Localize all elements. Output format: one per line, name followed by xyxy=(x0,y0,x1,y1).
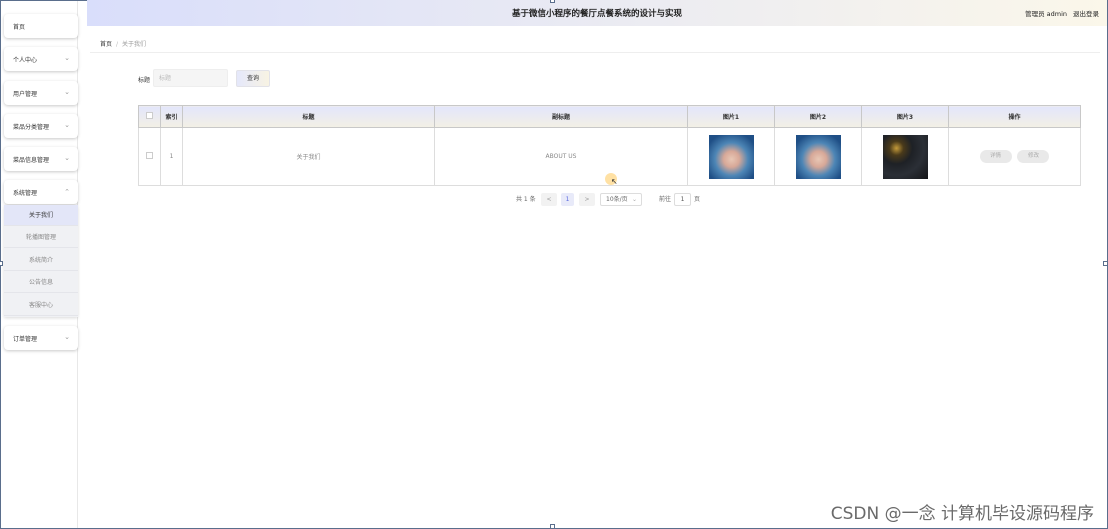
edit-button[interactable]: 修改 xyxy=(1017,150,1050,163)
search-button[interactable]: 查询 xyxy=(236,70,270,87)
sidebar-item-system[interactable]: 系统管理 ⌃ xyxy=(4,180,78,204)
current-page-button[interactable]: 1 xyxy=(561,193,574,206)
actions-cell: 详情 修改 xyxy=(948,127,1081,186)
resize-handle-bottom[interactable] xyxy=(550,524,555,529)
sidebar: 首页 个人中心 ⌄ 用户管理 ⌄ 菜品分类管理 ⌄ 菜品信息管理 ⌄ 系统管理 … xyxy=(1,1,78,528)
breadcrumb-separator: / xyxy=(116,41,119,48)
top-header: 基于微信小程序的餐厅点餐系统的设计与实现 管理员 admin 退出登录 xyxy=(87,0,1107,26)
goto-suffix: 页 xyxy=(694,196,701,203)
sidebar-item-dish-category[interactable]: 菜品分类管理 ⌄ xyxy=(4,114,78,138)
sidebar-item-label: 菜品分类管理 xyxy=(13,123,50,131)
sidebar-item-label: 首页 xyxy=(13,23,26,31)
submenu-item-announcements[interactable]: 公告信息 xyxy=(4,272,78,293)
user-label: 管理员 admin xyxy=(1025,10,1067,18)
image-3-thumbnail[interactable] xyxy=(882,134,928,179)
row-checkbox[interactable] xyxy=(146,152,153,159)
divider xyxy=(90,52,1100,53)
chevron-down-icon: ⌄ xyxy=(64,333,70,341)
row-select-cell xyxy=(138,127,161,186)
sidebar-item-personal-center[interactable]: 个人中心 ⌄ xyxy=(4,47,78,71)
row-title: 关于我们 xyxy=(182,127,435,186)
search-input[interactable] xyxy=(153,69,228,87)
image-cell xyxy=(687,127,775,186)
breadcrumb-home[interactable]: 首页 xyxy=(100,41,112,48)
table-header-row: 索引 标题 副标题 图片1 图片2 图片3 操作 xyxy=(138,105,1081,128)
prev-page-button[interactable]: < xyxy=(541,193,557,206)
sidebar-item-orders[interactable]: 订单管理 ⌄ xyxy=(4,326,78,350)
system-submenu: 关于我们 轮播图管理 系统简介 公告信息 客服中心 xyxy=(4,205,78,317)
submenu-item-customer-service[interactable]: 客服中心 xyxy=(4,295,78,316)
chevron-down-icon: ⌄ xyxy=(64,121,70,129)
chevron-down-icon: ⌄ xyxy=(64,88,70,96)
column-header: 标题 xyxy=(182,105,435,128)
sidebar-item-dish-info[interactable]: 菜品信息管理 ⌄ xyxy=(4,147,78,171)
sidebar-item-label: 个人中心 xyxy=(13,56,38,64)
image-cell xyxy=(774,127,862,186)
resize-handle-left[interactable] xyxy=(0,261,3,266)
row-index: 1 xyxy=(160,127,183,186)
goto-page-input[interactable]: 1 xyxy=(674,193,691,206)
select-all-checkbox[interactable] xyxy=(146,112,153,119)
page-size-select[interactable]: 10条/页 ⌄ xyxy=(600,193,642,206)
sidebar-item-label: 用户管理 xyxy=(13,90,38,98)
search-label: 标题 xyxy=(138,77,151,84)
submenu-item-system-intro[interactable]: 系统简介 xyxy=(4,250,78,271)
column-header: 副标题 xyxy=(434,105,688,128)
resize-handle-top[interactable] xyxy=(550,0,555,3)
chevron-up-icon: ⌃ xyxy=(64,188,70,196)
sidebar-item-label: 订单管理 xyxy=(13,335,38,343)
column-header: 图片2 xyxy=(774,105,862,128)
chevron-down-icon: ⌄ xyxy=(64,154,70,162)
mouse-cursor-icon: ↖ xyxy=(611,177,618,186)
row-subtitle: ABOUT US xyxy=(434,127,688,186)
app-title: 基于微信小程序的餐厅点餐系统的设计与实现 xyxy=(511,9,682,19)
submenu-item-carousel[interactable]: 轮播图管理 xyxy=(4,227,78,248)
breadcrumb: 首页 / 关于我们 xyxy=(100,39,146,48)
sidebar-item-user-management[interactable]: 用户管理 ⌄ xyxy=(4,81,78,105)
chevron-down-icon: ⌄ xyxy=(64,54,70,62)
page-size-value: 10条/页 xyxy=(606,196,628,203)
image-2-thumbnail[interactable] xyxy=(795,134,841,179)
column-header: 索引 xyxy=(160,105,183,128)
image-1-thumbnail[interactable] xyxy=(708,134,754,179)
select-all-cell xyxy=(138,105,161,128)
breadcrumb-current: 关于我们 xyxy=(122,41,147,48)
chevron-down-icon: ⌄ xyxy=(631,196,637,203)
detail-button[interactable]: 详情 xyxy=(979,150,1012,163)
image-cell xyxy=(861,127,949,186)
pagination-total: 共 1 条 xyxy=(516,196,536,203)
csdn-watermark: CSDN @一念 计算机毕设源码程序 xyxy=(830,504,1094,524)
column-header: 操作 xyxy=(948,105,1081,128)
sidebar-item-label: 系统管理 xyxy=(13,189,38,197)
goto-label: 前往 xyxy=(659,196,672,203)
resize-handle-right[interactable] xyxy=(1103,261,1108,266)
sidebar-item-home[interactable]: 首页 xyxy=(4,14,78,38)
next-page-button[interactable]: > xyxy=(579,193,595,206)
sidebar-item-label: 菜品信息管理 xyxy=(13,156,50,164)
logout-link[interactable]: 退出登录 xyxy=(1073,8,1099,18)
submenu-item-about-us[interactable]: 关于我们 xyxy=(4,205,78,226)
column-header: 图片3 xyxy=(861,105,949,128)
column-header: 图片1 xyxy=(687,105,775,128)
